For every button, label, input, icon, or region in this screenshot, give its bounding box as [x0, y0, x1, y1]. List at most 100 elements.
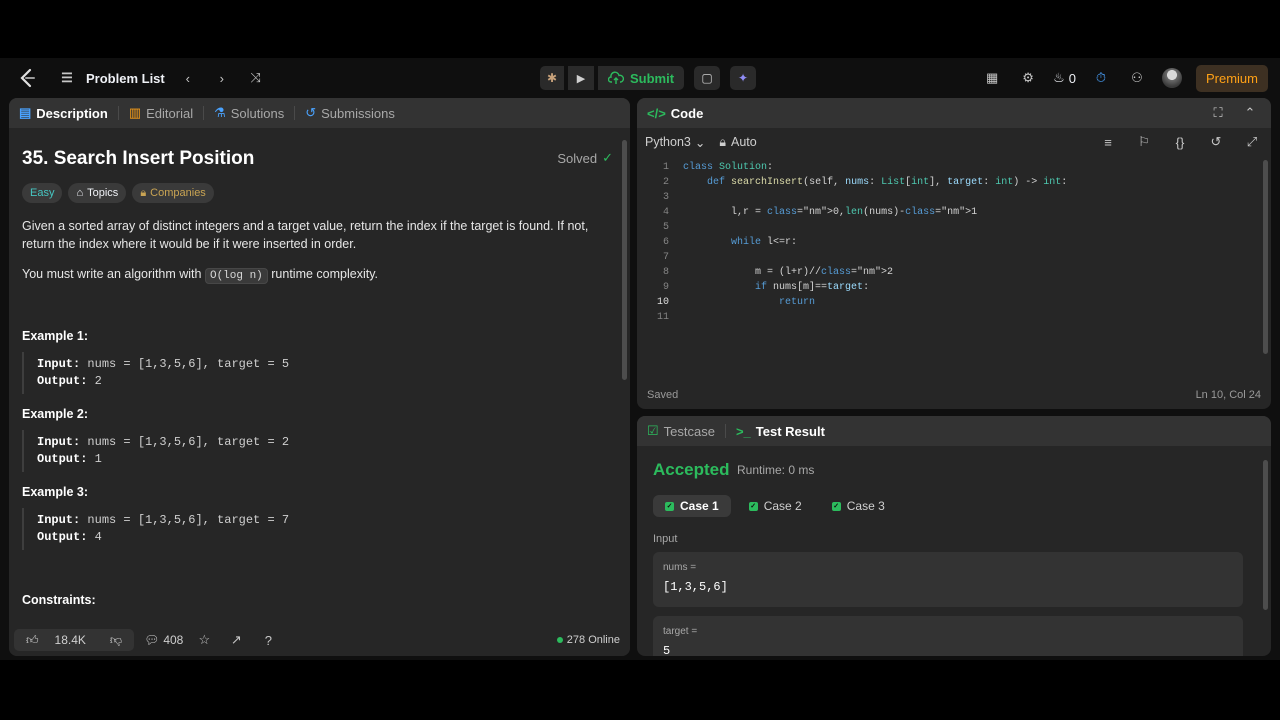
code-line[interactable]: 6 while l<=r: [637, 235, 1257, 250]
tab-submissions[interactable]: ↺ Submissions [305, 105, 395, 121]
tab-case-3[interactable]: ✓ Case 3 [820, 495, 897, 517]
complexity-note: You must write an algorithm with O(log n… [22, 267, 379, 284]
add-user-icon[interactable]: ⚇ [1126, 67, 1148, 89]
input-name: target = [663, 626, 698, 637]
scrollbar[interactable] [622, 140, 627, 380]
divider [724, 424, 726, 438]
avatar[interactable] [1161, 68, 1182, 88]
problem-list-button[interactable]: ☰ Problem List [56, 67, 165, 89]
lock-icon: 🔒︎ [140, 186, 147, 199]
collapse-icon[interactable]: ⌃ [1239, 102, 1261, 124]
bookmark-icon[interactable]: ⚐ [1133, 131, 1155, 153]
example-title: Example 3: [22, 485, 89, 499]
scrollbar[interactable] [1263, 460, 1268, 610]
comments-button[interactable]: 💬︎ 408 [144, 633, 183, 647]
line-number: 3 [662, 192, 669, 203]
layout-icon[interactable]: ▦ [981, 67, 1003, 89]
code-line[interactable]: 8 m = (l+r)//class="nm">2 [637, 265, 1257, 280]
line-number: 8 [662, 267, 669, 278]
upload-cloud-icon [608, 71, 624, 84]
submit-label: Submit [630, 70, 675, 86]
line-number: 10 [656, 297, 669, 308]
tab-editorial[interactable]: ▥ Editorial [129, 105, 193, 121]
code-line[interactable]: 3 [637, 190, 1257, 205]
maximize-icon[interactable]: ⛶ [1207, 102, 1229, 124]
note-icon: ▢ [701, 71, 713, 85]
leetcode-logo-icon[interactable] [17, 67, 37, 89]
line-number: 9 [662, 282, 669, 293]
code-editor[interactable]: 1 class Solution: 2 def searchInsert(self,… [637, 160, 1271, 385]
tab-code[interactable]: </> Code [647, 106, 703, 121]
book-icon: ▥ [128, 105, 142, 120]
tab-testcase[interactable]: ☑ Testcase [647, 423, 715, 439]
tab-solutions[interactable]: ⚗ Solutions [214, 105, 284, 121]
doc-icon: ▤ [19, 105, 32, 120]
debug-button[interactable]: ✱ [540, 66, 564, 90]
list-icon: ☰ [61, 70, 73, 85]
like-button[interactable]: 👍︎ 18.4K [14, 633, 98, 648]
input-value-box: nums = [1,3,5,6] [653, 552, 1243, 607]
code-text: return [779, 297, 816, 308]
code-line[interactable]: 10 return [637, 295, 1257, 310]
tab-test-result[interactable]: >_ Test Result [736, 424, 825, 439]
tag-icon: ⌂ [76, 187, 84, 199]
online-dot [556, 637, 563, 643]
format-icon[interactable]: ≡ [1097, 131, 1119, 153]
thumbs-up-icon: 👍︎ [26, 632, 39, 647]
submit-button[interactable]: Submit [598, 66, 685, 90]
input-value-box: target = 5 [653, 616, 1243, 656]
code-line[interactable]: 1 class Solution: [637, 160, 1257, 175]
divider [117, 106, 119, 120]
help-icon[interactable]: ? [257, 629, 279, 651]
companies-tag[interactable]: 🔒︎ Companies [132, 183, 214, 203]
autocomplete-mode[interactable]: 🔒︎ Auto [719, 135, 756, 150]
description-tabs: ▤ Description ▥ Editorial ⚗ Solutions ↺ Subm… [9, 98, 630, 128]
tab-case-1[interactable]: ✓ Case 1 [653, 495, 731, 517]
timer-icon[interactable]: ⏱ [1090, 67, 1112, 89]
input-value: [1,3,5,6] [663, 580, 728, 594]
cursor-position: Ln 10, Col 24 [1195, 389, 1261, 401]
code-line[interactable]: 7 [637, 250, 1257, 265]
editor-status-bar: Saved Ln 10, Col 24 [637, 381, 1271, 409]
code-line[interactable]: 4 l,r = class="nm">0,len(nums)-class="nm… [637, 205, 1257, 220]
result-tabs: ☑ Testcase >_ Test Result [637, 416, 1271, 446]
streak-counter[interactable]: ♨ 0 [1053, 70, 1076, 86]
prev-problem-icon[interactable]: ‹ [177, 67, 199, 89]
reset-icon[interactable]: ↺ [1205, 131, 1227, 153]
line-number: 2 [662, 177, 669, 188]
example-block: Input: nums = [1,3,5,6], target = 7 Outp… [22, 508, 602, 550]
app-window: ☰ Problem List ‹ › ⤨ ✱ ▶ Submit ▢ ✦ ▦ ⚙ … [0, 58, 1280, 660]
language-select[interactable]: Python3 ⌄ [645, 135, 705, 150]
line-number: 1 [662, 162, 669, 173]
premium-button[interactable]: Premium [1195, 64, 1268, 92]
next-problem-icon[interactable]: › [211, 67, 233, 89]
braces-icon[interactable]: {} [1169, 131, 1191, 153]
bug-icon: ✱ [546, 71, 558, 85]
divider [294, 106, 296, 120]
code-line[interactable]: 11 [637, 310, 1257, 325]
input-name: nums = [663, 562, 697, 573]
code-header: </> Code ⛶ ⌃ [637, 98, 1271, 128]
code-line[interactable]: 5 [637, 220, 1257, 235]
dislike-button[interactable]: 👎︎ [98, 633, 134, 648]
code-toolbar: Python3 ⌄ 🔒︎ Auto ≡ ⚐ {} ↺ ⤢ [637, 128, 1271, 156]
check-icon: ✓ [831, 501, 841, 511]
runtime-text: Runtime: 0 ms [737, 463, 815, 477]
notes-button[interactable]: ▢ [694, 66, 721, 90]
scrollbar[interactable] [1263, 160, 1268, 354]
gear-icon[interactable]: ⚙ [1017, 67, 1039, 89]
share-icon[interactable]: ↗ [225, 629, 247, 651]
fullscreen-icon[interactable]: ⤢ [1241, 131, 1263, 153]
star-icon[interactable]: ☆ [193, 629, 215, 651]
run-button[interactable]: ▶ [568, 66, 594, 90]
problem-statement: Given a sorted array of distinct integer… [22, 219, 589, 251]
inline-code: O(log n) [204, 268, 268, 284]
shuffle-icon[interactable]: ⤨ [245, 67, 267, 89]
tab-description[interactable]: ▤ Description [19, 105, 108, 121]
tab-case-2[interactable]: ✓ Case 2 [737, 495, 814, 517]
ai-assist-button[interactable]: ✦ [730, 66, 757, 90]
code-line[interactable]: 9 if nums[m]==target: [637, 280, 1257, 295]
topics-tag[interactable]: ⌂ Topics [68, 183, 127, 203]
code-line[interactable]: 2 def searchInsert(self, nums: List[int]… [637, 175, 1257, 190]
input-label: Input [653, 533, 678, 545]
